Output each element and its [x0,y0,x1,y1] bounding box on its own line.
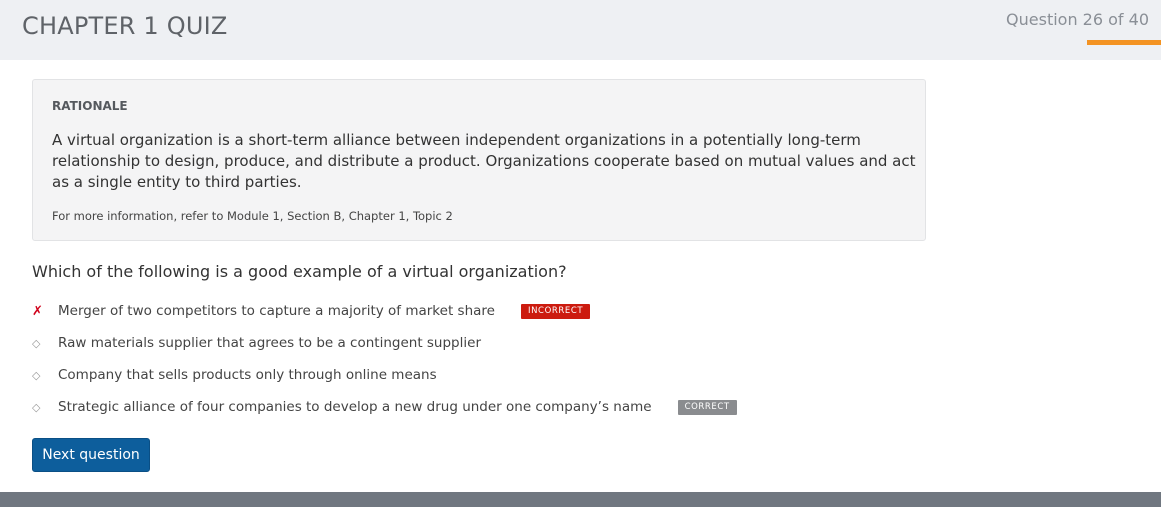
correct-badge: CORRECT [677,399,737,415]
next-question-button[interactable]: Next question [32,438,150,472]
incorrect-badge: INCORRECT [520,303,591,319]
rationale-text: A virtual organization is a short-term a… [52,131,916,191]
question-text: Which of the following is a good example… [32,262,567,281]
footer-bar [0,492,1161,507]
answer-option-4[interactable]: ◇ Strategic alliance of four companies t… [32,397,737,417]
answer-text: Merger of two competitors to capture a m… [58,303,495,319]
diamond-bullet-icon: ◇ [32,336,41,350]
diamond-bullet-icon: ◇ [32,368,41,382]
answer-option-1[interactable]: ✗ Merger of two competitors to capture a… [32,301,591,321]
quiz-header: CHAPTER 1 QUIZ Question 26 of 40 [0,0,1161,60]
question-progress-text: Question 26 of 40 [1006,10,1149,29]
progress-bar [1087,40,1161,45]
diamond-bullet-icon: ◇ [32,400,41,414]
rationale-reference: For more information, refer to Module 1,… [52,209,453,223]
answer-option-2[interactable]: ◇ Raw materials supplier that agrees to … [32,333,481,353]
answer-option-3[interactable]: ◇ Company that sells products only throu… [32,365,437,385]
rationale-heading: RATIONALE [52,99,128,113]
rationale-panel: RATIONALE A virtual organization is a sh… [32,79,926,241]
page-title: CHAPTER 1 QUIZ [22,12,228,40]
answer-text: Company that sells products only through… [58,367,437,383]
answer-text: Strategic alliance of four companies to … [58,399,652,415]
x-mark-icon: ✗ [32,303,43,319]
answer-text: Raw materials supplier that agrees to be… [58,335,481,351]
